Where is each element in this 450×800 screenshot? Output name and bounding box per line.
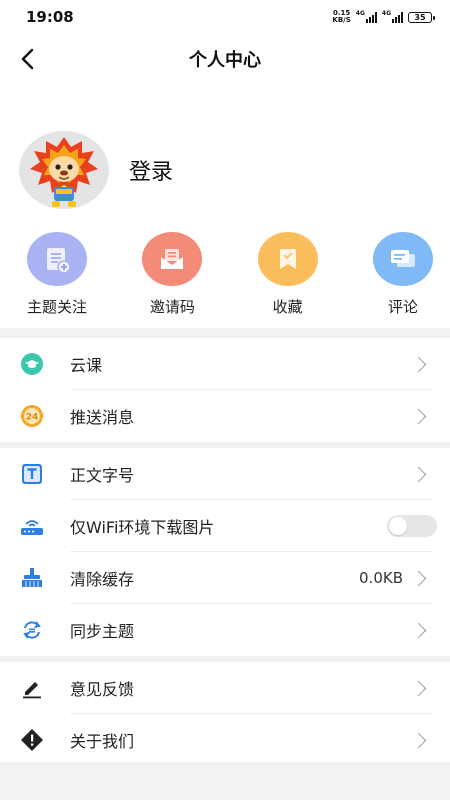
- clock-24-icon: 24: [19, 403, 45, 429]
- bottom-area: [0, 762, 450, 800]
- menu-item-about-us[interactable]: 关于我们: [0, 714, 450, 766]
- network-type-2: 4G: [381, 9, 391, 17]
- menu-item-label: 正文字号: [70, 466, 135, 485]
- menu-item-feedback[interactable]: 意见反馈: [0, 662, 450, 714]
- chevron-right-icon: [410, 622, 427, 638]
- signal-1: 4G: [355, 9, 377, 23]
- topic-follow-icon: [27, 232, 87, 286]
- graduation-cap-icon: [19, 351, 45, 377]
- menu-item-label: 意见反馈: [70, 680, 135, 699]
- menu-item-label: 关于我们: [70, 732, 135, 751]
- font-size-icon: [19, 461, 45, 487]
- menu-group-3: 意见反馈 关于我们: [0, 662, 450, 766]
- quick-action-label: 收藏: [272, 298, 303, 316]
- signal-2: 4G: [381, 9, 403, 23]
- chevron-right-icon: [410, 356, 427, 372]
- menu-item-label: 推送消息: [70, 408, 135, 427]
- page-title: 个人中心: [189, 50, 261, 71]
- header: 个人中心: [0, 34, 450, 84]
- signal-icon: [365, 11, 377, 23]
- menu-item-cloud-course[interactable]: 云课: [0, 338, 450, 390]
- quick-action-label: 邀请码: [149, 298, 195, 316]
- network-type-1: 4G: [355, 9, 365, 17]
- menu-item-font-size[interactable]: 正文字号: [0, 448, 450, 500]
- signal-icon: [392, 11, 403, 23]
- status-time: 19:08: [26, 8, 74, 26]
- invite-envelope-icon: [142, 232, 203, 286]
- menu-group-1: 云课 24 推送消息: [0, 338, 450, 442]
- quick-action-label: 评论: [387, 298, 418, 316]
- broom-icon: [19, 565, 45, 591]
- lion-mascot-icon: [30, 137, 98, 207]
- status-bar: 19:08 0.15 KB/S 4G 4G 35: [0, 0, 450, 34]
- back-button[interactable]: [14, 46, 40, 72]
- sync-icon: [19, 617, 45, 643]
- section-divider: [0, 328, 450, 338]
- comment-icon: [372, 232, 433, 286]
- bookmark-icon: [257, 232, 318, 286]
- menu-item-label: 仅WiFi环境下载图片: [70, 518, 215, 537]
- profile-section: 登录: [0, 84, 450, 230]
- chevron-right-icon: [410, 466, 427, 482]
- svg-text:24: 24: [26, 413, 39, 423]
- menu-item-clear-cache[interactable]: 清除缓存 0.0KB: [0, 552, 450, 604]
- menu-item-sync-theme[interactable]: 同步主题: [0, 604, 450, 656]
- menu-item-push-messages[interactable]: 24 推送消息: [0, 390, 450, 442]
- menu-item-wifi-images: 仅WiFi环境下载图片: [0, 500, 450, 552]
- info-diamond-icon: [19, 727, 45, 753]
- pencil-icon: [19, 675, 45, 701]
- chevron-right-icon: [410, 408, 427, 424]
- chevron-right-icon: [410, 680, 427, 696]
- network-speed-unit: KB/S: [332, 16, 351, 24]
- status-indicators: 0.15 KB/S 4G 4G 35: [332, 9, 435, 24]
- menu-item-label: 清除缓存: [70, 570, 135, 589]
- menu-item-label: 云课: [70, 356, 103, 375]
- chevron-right-icon: [410, 732, 427, 748]
- quick-action-favorites[interactable]: 收藏: [250, 232, 326, 328]
- chevron-right-icon: [410, 570, 427, 586]
- chevron-left-icon: [21, 48, 34, 70]
- battery-icon: 35: [408, 11, 435, 23]
- login-link[interactable]: 登录: [129, 154, 173, 186]
- quick-action-comments[interactable]: 评论: [365, 232, 441, 328]
- battery-level: 35: [414, 12, 426, 22]
- wifi-router-icon: [19, 513, 45, 539]
- quick-action-label: 主题关注: [26, 298, 87, 316]
- avatar[interactable]: [19, 131, 109, 209]
- menu-group-2: 正文字号 仅WiFi环境下载图片 清除缓存 0.0KB 同步主题: [0, 448, 450, 656]
- quick-action-topic-follow[interactable]: 主题关注: [19, 232, 95, 328]
- quick-actions: 主题关注 邀请码 收藏 评论: [0, 230, 450, 328]
- menu-item-label: 同步主题: [70, 622, 135, 641]
- cache-size-value: 0.0KB: [359, 569, 403, 587]
- quick-action-invite-code[interactable]: 邀请码: [134, 232, 210, 328]
- wifi-only-toggle[interactable]: [387, 515, 437, 537]
- network-speed: 0.15 KB/S: [332, 10, 350, 24]
